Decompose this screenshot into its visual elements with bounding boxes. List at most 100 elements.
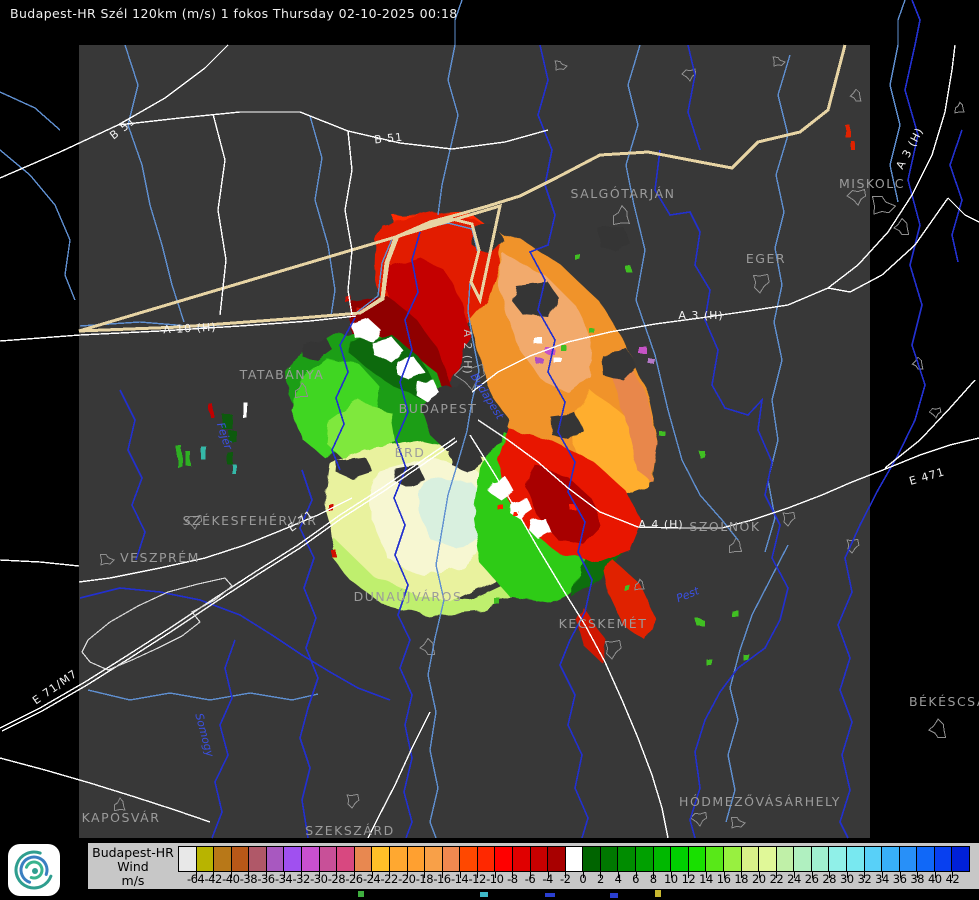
legend-quantity: Wind: [88, 860, 178, 874]
radar-echo: [495, 599, 501, 605]
legend-color-cell: [389, 847, 407, 871]
legend-color-cell: [283, 847, 301, 871]
legend-color-cell: [248, 847, 266, 871]
legend-color-cell: [512, 847, 530, 871]
product-title: Budapest-HR Szél 120km (m/s) 1 fokos Thu…: [10, 6, 458, 21]
city-label: KAPOSVÁR: [82, 810, 161, 825]
legend-color-cell: [547, 847, 565, 871]
legend-color-cell: [582, 847, 600, 871]
radar-echo: [533, 337, 542, 343]
legend-color-cell: [179, 847, 196, 871]
legend-color-cell: [301, 847, 319, 871]
legend-color-cell: [371, 847, 389, 871]
legend-color-cell: [934, 847, 952, 871]
app-logo: [8, 844, 60, 896]
legend-color-cell: [916, 847, 934, 871]
radar-echo: [732, 611, 739, 617]
legend-color-cell: [336, 847, 354, 871]
legend-color-cell: [407, 847, 425, 871]
city-label: VESZPRÉM: [120, 550, 200, 565]
map-fragment: [480, 892, 488, 897]
legend-color-cell: [477, 847, 495, 871]
radar-echo: [639, 347, 647, 354]
legend-color-cell: [266, 847, 284, 871]
city-label: SALGÓTARJÁN: [571, 186, 676, 201]
radar-echo: [209, 404, 213, 416]
legend-color-cell: [881, 847, 899, 871]
legend-color-cell: [494, 847, 512, 871]
city-label: DUNAÚJVÁROS: [354, 589, 463, 604]
city-label: EGER: [746, 251, 786, 266]
radar-echo: [626, 267, 632, 272]
radar-echo: [243, 402, 247, 418]
radar-echo: [706, 659, 712, 665]
map-fragment: [655, 890, 661, 897]
legend-product: Budapest-HR: [88, 846, 178, 860]
radar-echo: [591, 330, 596, 335]
legend-color-cell: [741, 847, 759, 871]
legend-color-cell: [653, 847, 671, 871]
legend-color-cell: [776, 847, 794, 871]
road-label: A 2 (H): [461, 329, 474, 374]
radar-echo: [186, 452, 191, 466]
legend-color-cell: [459, 847, 477, 871]
radar-display: SALGÓTARJÁN MISKOLC EGER TATABÁNYA BUDAPEST É…: [0, 0, 979, 900]
legend-tick-label: 42: [937, 872, 967, 886]
legend-color-cell: [319, 847, 337, 871]
radar-echo: [537, 359, 544, 365]
spiral-logo-icon: [8, 844, 60, 896]
weather-map: SALGÓTARJÁN MISKOLC EGER TATABÁNYA BUDAPEST É…: [0, 0, 979, 900]
legend-color-cell: [635, 847, 653, 871]
road-label: A 3 (H): [678, 309, 723, 322]
radar-echo: [176, 446, 182, 466]
legend-color-cell: [758, 847, 776, 871]
radar-echo: [498, 505, 504, 510]
map-fragment: [610, 893, 618, 898]
city-label: BÉKÉSCSABA: [909, 694, 979, 709]
legend-color-cell: [442, 847, 460, 871]
radar-echo: [851, 141, 855, 150]
legend-color-cell: [828, 847, 846, 871]
legend-bar: Budapest-HR Wind m/s -64-42-40-38-36-34-…: [88, 843, 979, 889]
legend-title-block: Budapest-HR Wind m/s: [88, 844, 178, 888]
legend-color-cell: [846, 847, 864, 871]
radar-echo: [845, 125, 850, 137]
radar-echo: [659, 431, 665, 436]
map-fragment: [545, 893, 555, 897]
map-fragment: [358, 891, 364, 897]
radar-echo: [331, 550, 336, 556]
legend-color-cell: [951, 847, 969, 871]
legend-color-cell: [196, 847, 214, 871]
legend-color-cell: [213, 847, 231, 871]
legend-color-cell: [899, 847, 917, 871]
legend-color-cell: [600, 847, 618, 871]
legend-color-cell: [617, 847, 635, 871]
radar-echo: [696, 619, 703, 625]
legend-color-cell: [424, 847, 442, 871]
legend-color-cell: [231, 847, 249, 871]
radar-echo: [623, 584, 629, 590]
legend-color-cell: [705, 847, 723, 871]
radar-echo: [648, 358, 654, 364]
legend-color-cell: [793, 847, 811, 871]
legend-color-cell: [670, 847, 688, 871]
legend-unit: m/s: [88, 874, 178, 888]
city-label: SZEKSZÁRD: [305, 823, 394, 838]
city-label: TATABÁNYA: [239, 367, 325, 382]
legend-color-scale: [178, 846, 970, 872]
legend-color-cell: [565, 847, 583, 871]
city-label: BUDAPEST: [399, 401, 478, 416]
legend-color-cell: [864, 847, 882, 871]
city-label: HÓDMEZŐVÁSÁRHELY: [679, 794, 841, 809]
city-label: SZOLNOK: [689, 519, 760, 534]
road-label: A 4 (H): [638, 518, 683, 531]
radar-echo: [699, 451, 705, 457]
radar-echo: [232, 464, 236, 474]
city-label: ÉRD: [395, 445, 426, 460]
radar-echo: [560, 345, 566, 350]
legend-color-cell: [688, 847, 706, 871]
city-label: MISKOLC: [839, 176, 905, 191]
legend-color-cell: [723, 847, 741, 871]
radar-echo: [201, 446, 206, 460]
city-label: KECSKEMÉT: [559, 616, 648, 631]
